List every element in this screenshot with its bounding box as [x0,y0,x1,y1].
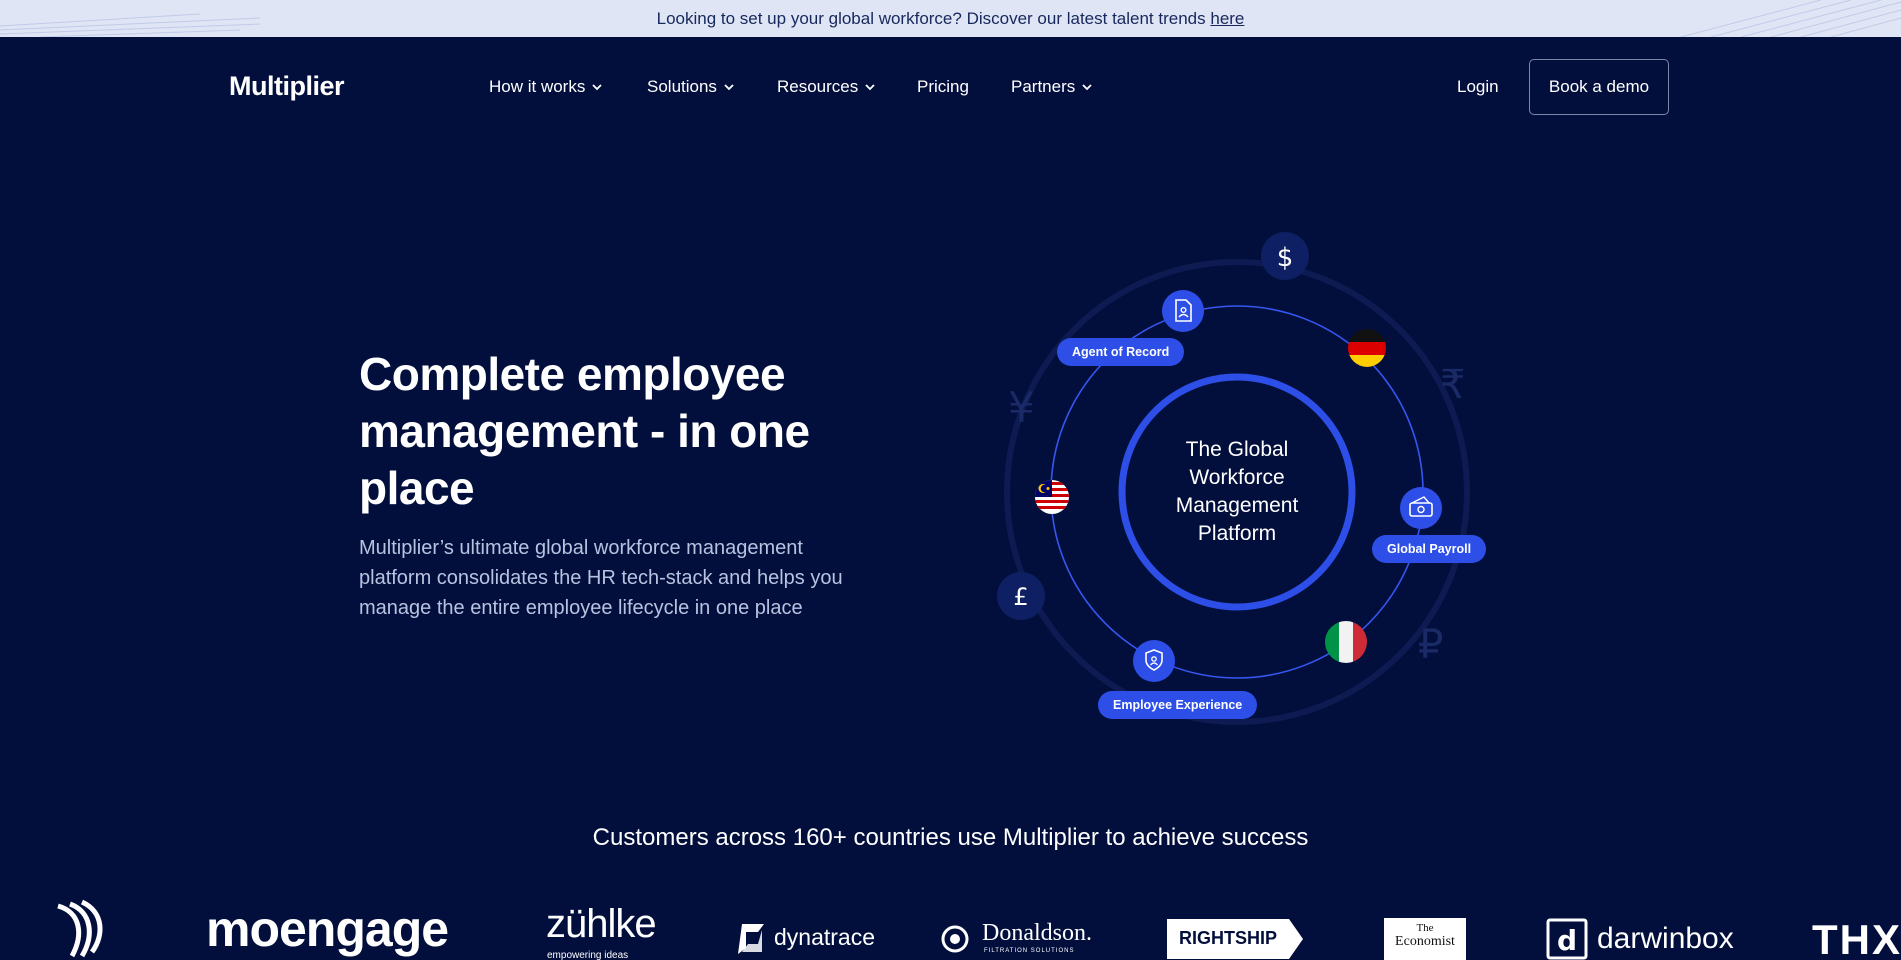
svg-text:£: £ [1013,583,1028,611]
donaldson-logo: Donaldson. [982,920,1092,946]
dynatrace-logo: dynatrace [774,924,876,950]
chevron-down-icon [724,84,734,91]
zuhlke-tagline: empowering ideas [547,950,629,960]
global-payroll-label: Global Payroll [1372,535,1487,563]
nav-resources[interactable]: Resources [777,77,876,97]
announcement-message: Looking to set up your global workforce?… [656,9,1206,28]
nav-pricing[interactable]: Pricing [917,77,969,97]
nav-solutions[interactable]: Solutions [647,77,735,97]
nav-partners-label: Partners [1011,77,1076,96]
multiplier-logo[interactable]: Multiplier [229,71,345,102]
chevron-down-icon [865,84,875,91]
swoosh-logo [57,899,103,958]
malaysia-flag [1035,480,1069,514]
thx-logo: THX [1812,916,1901,960]
donaldson-mark [941,925,969,953]
center-platform-text: The Global Workforce Management Platform [1175,438,1299,545]
svg-text:d: d [1557,924,1577,957]
hero-title: Complete employee management - in one pl… [359,348,810,514]
top-nav: Multiplier How it works Solutions Resour… [0,37,1901,137]
book-demo-button[interactable]: Book a demo [1529,59,1669,115]
announcement-link[interactable]: here [1210,9,1244,28]
dynatrace-mark [738,924,764,954]
platform-diagram: ¥ ₹ ₽ $ £ The Global Workforce Managemen… [960,200,1520,760]
employee-experience-label: Employee Experience [1098,691,1258,719]
agent-of-record-label: Agent of Record [1057,338,1185,366]
announcement-bar: Looking to set up your global workforce?… [0,0,1901,37]
darwinbox-mark: d [1546,918,1588,960]
payroll-icon [1400,487,1442,529]
zuhlke-logo: zühlke [546,902,657,946]
economist-logo: Economist [1395,934,1455,949]
nav-how-it-works-label: How it works [489,77,586,96]
announcement-text: Looking to set up your global workforce?… [0,0,1901,37]
shield-icon [1133,640,1175,682]
nav-resources-label: Resources [777,77,859,96]
customers-heading: Customers across 160+ countries use Mult… [592,824,1309,851]
hero-subtitle: Multiplier’s ultimate global workforce m… [359,537,843,619]
pound-icon: £ [997,572,1045,620]
nav-solutions-label: Solutions [647,77,717,96]
italy-flag [1325,621,1367,663]
economist-the: The [1416,922,1434,934]
customer-logo-strip: moengage zühlke empowering ideas dynatra… [0,896,1901,960]
yen-symbol-faded: ¥ [1008,383,1035,432]
nav-partners[interactable]: Partners [1011,77,1093,97]
germany-flag [1348,329,1386,367]
rupee-symbol-faded: ₹ [1440,362,1465,408]
login-link[interactable]: Login [1457,77,1499,97]
darwinbox-logo: darwinbox [1597,922,1734,955]
donaldson-tagline: FILTRATION SOLUTIONS [984,948,1075,954]
nav-how-it-works[interactable]: How it works [489,77,603,97]
moengage-logo: moengage [206,901,449,957]
chevron-down-icon [592,84,602,91]
ruble-symbol-faded: ₽ [1418,622,1443,668]
nav-pricing-label: Pricing [917,77,969,96]
svg-text:$: $ [1277,243,1294,273]
rightship-logo: RIGHTSHIP [1179,928,1278,948]
chevron-down-icon [1082,84,1092,91]
dollar-icon: $ [1261,232,1309,280]
document-icon [1162,290,1204,332]
